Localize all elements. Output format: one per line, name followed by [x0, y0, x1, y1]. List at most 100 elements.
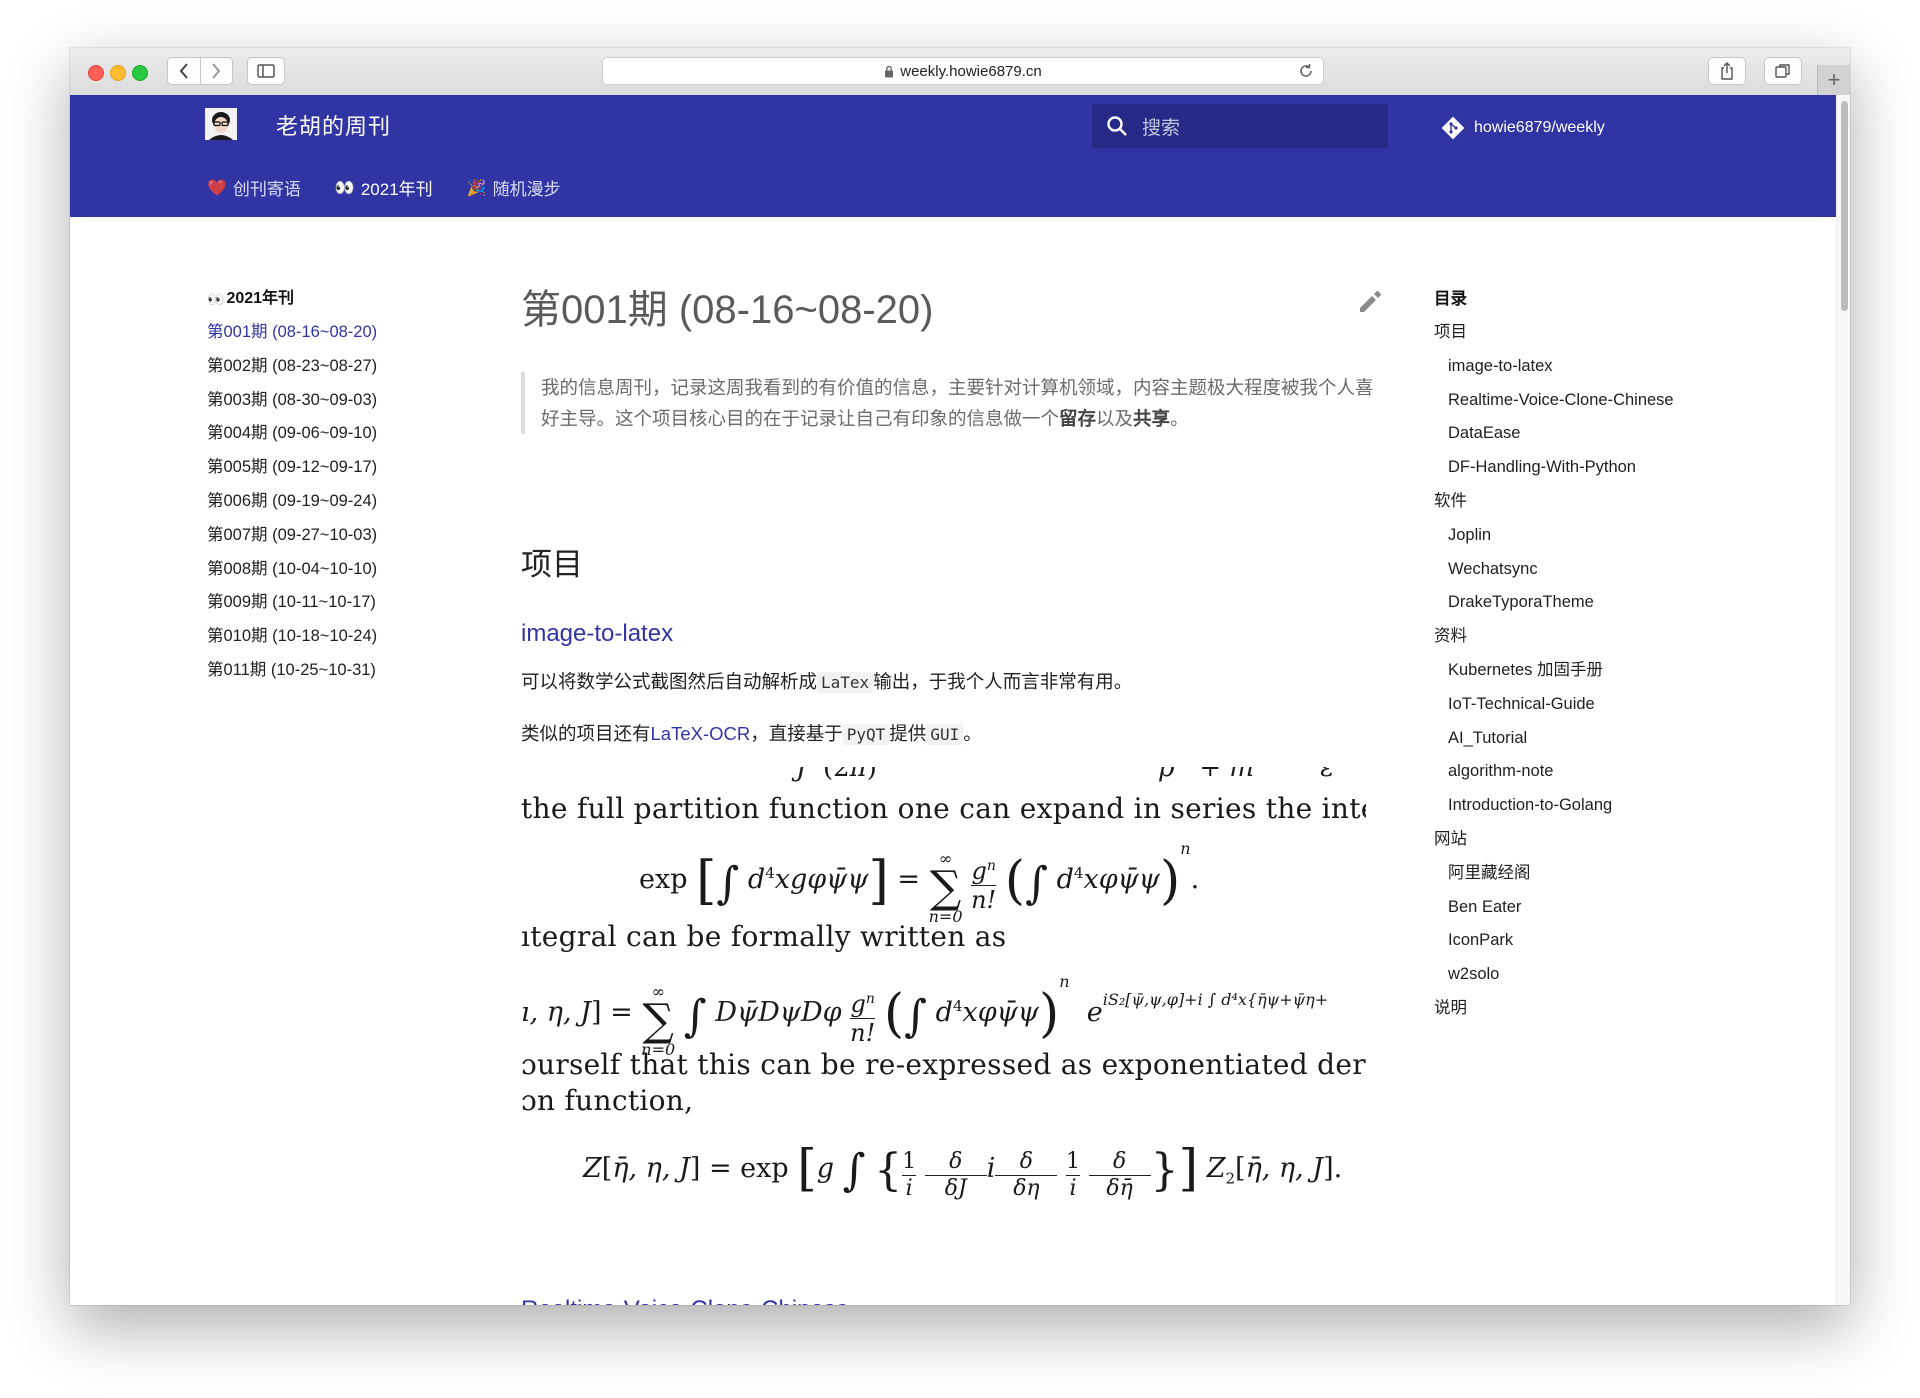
- similar-projects-text: 类似的项目还有LaTeX-OCR，直接基于 PyQT 提供 GUI。: [521, 720, 982, 746]
- repo-name: howie6879/weekly: [1474, 119, 1605, 136]
- forward-button[interactable]: [201, 58, 233, 84]
- git-icon: [1441, 116, 1465, 140]
- issue-link-008[interactable]: 第008期 (10-04~10-10): [207, 553, 467, 587]
- issue-link-006[interactable]: 第006期 (09-19~09-24): [207, 485, 467, 519]
- zoom-window-button[interactable]: [132, 65, 148, 81]
- scan-text-line-2: ıtegral can be formally written as: [521, 920, 1007, 953]
- header-tabs: ❤️ 创刊寄语 👀 2021年刊 🎉 随机漫步: [207, 175, 561, 200]
- toc-item[interactable]: Introduction-to-Golang: [1434, 789, 1724, 823]
- tab-foreword[interactable]: ❤️ 创刊寄语: [207, 175, 301, 200]
- toc-item[interactable]: Wechatsync: [1434, 553, 1724, 587]
- toc-section-projects[interactable]: 项目: [1434, 316, 1724, 350]
- toc-item[interactable]: IoT-Technical-Guide: [1434, 688, 1724, 722]
- tab-2021[interactable]: 👀 2021年刊: [335, 175, 433, 200]
- sidebar-icon: [257, 64, 275, 78]
- sidebar-toggle-button[interactable]: [247, 57, 285, 85]
- desc-text: 可以将数学公式截图然后自动解析成: [521, 671, 818, 692]
- edit-pencil-icon[interactable]: [1357, 289, 1383, 315]
- back-button[interactable]: [168, 58, 201, 84]
- show-tabs-button[interactable]: [1764, 57, 1802, 85]
- tab-label: 创刊寄语: [232, 180, 301, 199]
- issue-link-005[interactable]: 第005期 (09-12~09-17): [207, 451, 467, 485]
- similar-text-mid: ，直接基于: [750, 723, 843, 744]
- tab-label: 2021年刊: [360, 180, 433, 199]
- quote-bold-keep: 留存: [1059, 408, 1097, 429]
- inline-code-gui: GUI: [926, 724, 964, 745]
- issue-nav: 👀 2021年刊 第001期 (08-16~08-20) 第002期 (08-2…: [207, 282, 467, 688]
- site-header: 老胡的周刊 搜索 howie6879/weekly ❤️ 创刊寄语 👀 2021…: [70, 95, 1836, 217]
- search-input[interactable]: 搜索: [1142, 113, 1180, 140]
- toc-item[interactable]: Ben Eater: [1434, 891, 1724, 925]
- toc-item[interactable]: Realtime-Voice-Clone-Chinese: [1434, 384, 1724, 418]
- party-popper-icon: 🎉: [466, 179, 487, 197]
- toc-item[interactable]: DF-Handling-With-Python: [1434, 451, 1724, 485]
- toc-section-resources[interactable]: 资料: [1434, 620, 1724, 654]
- table-of-contents: 目录 项目 image-to-latex Realtime-Voice-Clon…: [1434, 282, 1724, 1026]
- quote-text-mid: 以及: [1096, 408, 1134, 429]
- minimize-window-button[interactable]: [110, 65, 126, 81]
- demo-image: J (2π) p + m ε the full partition functi…: [521, 767, 1366, 1237]
- inline-code-pyqt: PyQT: [842, 724, 890, 745]
- equation-path-integral: ı, η, J] = ∞ ∑ n=0 ∫ Dψ̄DψDφ gn n! (∫ d4xφψ…: [521, 972, 1329, 1059]
- chevron-right-icon: [212, 63, 221, 79]
- project-link-image-to-latex[interactable]: image-to-latex: [521, 620, 673, 648]
- reload-icon[interactable]: [1297, 62, 1315, 80]
- close-window-button[interactable]: [88, 65, 104, 81]
- quote-end: 。: [1170, 408, 1189, 429]
- math-fragment-top: J (2π) p + m ε: [796, 767, 1335, 783]
- tab-random-walk[interactable]: 🎉 随机漫步: [467, 175, 561, 200]
- toc-item[interactable]: AI_Tutorial: [1434, 722, 1724, 756]
- page-scrollbar[interactable]: [1836, 95, 1850, 1305]
- toc-item[interactable]: DrakeTyporaTheme: [1434, 586, 1724, 620]
- issue-link-009[interactable]: 第009期 (10-11~10-17): [207, 586, 467, 620]
- chevron-left-icon: [179, 63, 188, 79]
- scrollbar-thumb[interactable]: [1841, 101, 1848, 311]
- toc-item[interactable]: w2solo: [1434, 958, 1724, 992]
- latex-ocr-link[interactable]: LaTeX-OCR: [651, 723, 751, 744]
- eyes-icon: 👀: [334, 179, 355, 197]
- similar-text-mid2: 提供: [889, 723, 927, 744]
- new-tab-button[interactable]: +: [1817, 65, 1850, 95]
- toc-item[interactable]: image-to-latex: [1434, 350, 1724, 384]
- issue-nav-title: 👀 2021年刊: [207, 282, 467, 316]
- search-icon: [1107, 116, 1127, 136]
- address-url: weekly.howie6879.cn: [900, 62, 1042, 80]
- toc-item[interactable]: IconPark: [1434, 924, 1724, 958]
- toc-item[interactable]: algorithm-note: [1434, 755, 1724, 789]
- tabs-overview-icon: [1775, 64, 1790, 78]
- toc-item[interactable]: Kubernetes 加固手册: [1434, 654, 1724, 688]
- toc-item[interactable]: Joplin: [1434, 519, 1724, 553]
- inline-code-latex: LaTex: [817, 672, 874, 693]
- equation-exp-series: exp [∫ d4xgφψ̄ψ] = ∞ ∑ n=0 gn n! (∫ d4xφψ̄ψ…: [639, 839, 1200, 926]
- browser-toolbar: weekly.howie6879.cn +: [70, 48, 1850, 96]
- issue-link-011[interactable]: 第011期 (10-25~10-31): [207, 654, 467, 688]
- issue-link-001[interactable]: 第001期 (08-16~08-20): [207, 316, 467, 350]
- similar-text: 类似的项目还有: [521, 723, 651, 744]
- toc-item[interactable]: DataEase: [1434, 417, 1724, 451]
- toc-section-notes[interactable]: 说明: [1434, 992, 1724, 1026]
- toc-section-software[interactable]: 软件: [1434, 485, 1724, 519]
- toc-item[interactable]: 阿里藏经阁: [1434, 857, 1724, 891]
- share-icon: [1721, 62, 1733, 80]
- issue-link-007[interactable]: 第007期 (09-27~10-03): [207, 519, 467, 553]
- project-link-realtime-voice-clone[interactable]: Realtime-Voice-Clone-Chinese: [521, 1296, 849, 1305]
- repo-link[interactable]: howie6879/weekly: [1440, 115, 1605, 141]
- issue-link-004[interactable]: 第004期 (09-06~09-10): [207, 417, 467, 451]
- equation-partition-function: Z[η̄, η, J] = exp [g ∫ {1 i δ δJ i δ δη 1i δδ…: [583, 1139, 1343, 1201]
- quote-text: 我的信息周刊，记录这周我看到的有价值的信息，主要针对计算机领域，内容主题极大程度…: [541, 377, 1374, 429]
- scan-text-line-4: ɔn function,: [521, 1084, 694, 1117]
- quote-bold-share: 共享: [1133, 408, 1171, 429]
- avatar[interactable]: [205, 108, 237, 140]
- lock-icon: [885, 65, 894, 77]
- issue-link-010[interactable]: 第010期 (10-18~10-24): [207, 620, 467, 654]
- issue-link-003[interactable]: 第003期 (08-30~09-03): [207, 384, 467, 418]
- project-description: 可以将数学公式截图然后自动解析成 LaTex 输出，于我个人而言非常有用。: [521, 668, 1132, 694]
- share-button[interactable]: [1708, 57, 1746, 85]
- search-box[interactable]: 搜索: [1092, 104, 1388, 148]
- toc-section-websites[interactable]: 网站: [1434, 823, 1724, 857]
- site-title[interactable]: 老胡的周刊: [276, 109, 391, 141]
- tab-label: 随机漫步: [492, 180, 561, 199]
- issue-link-002[interactable]: 第002期 (08-23~08-27): [207, 350, 467, 384]
- page-title: 第001期 (08-16~08-20): [521, 288, 934, 332]
- address-bar[interactable]: weekly.howie6879.cn: [602, 57, 1324, 85]
